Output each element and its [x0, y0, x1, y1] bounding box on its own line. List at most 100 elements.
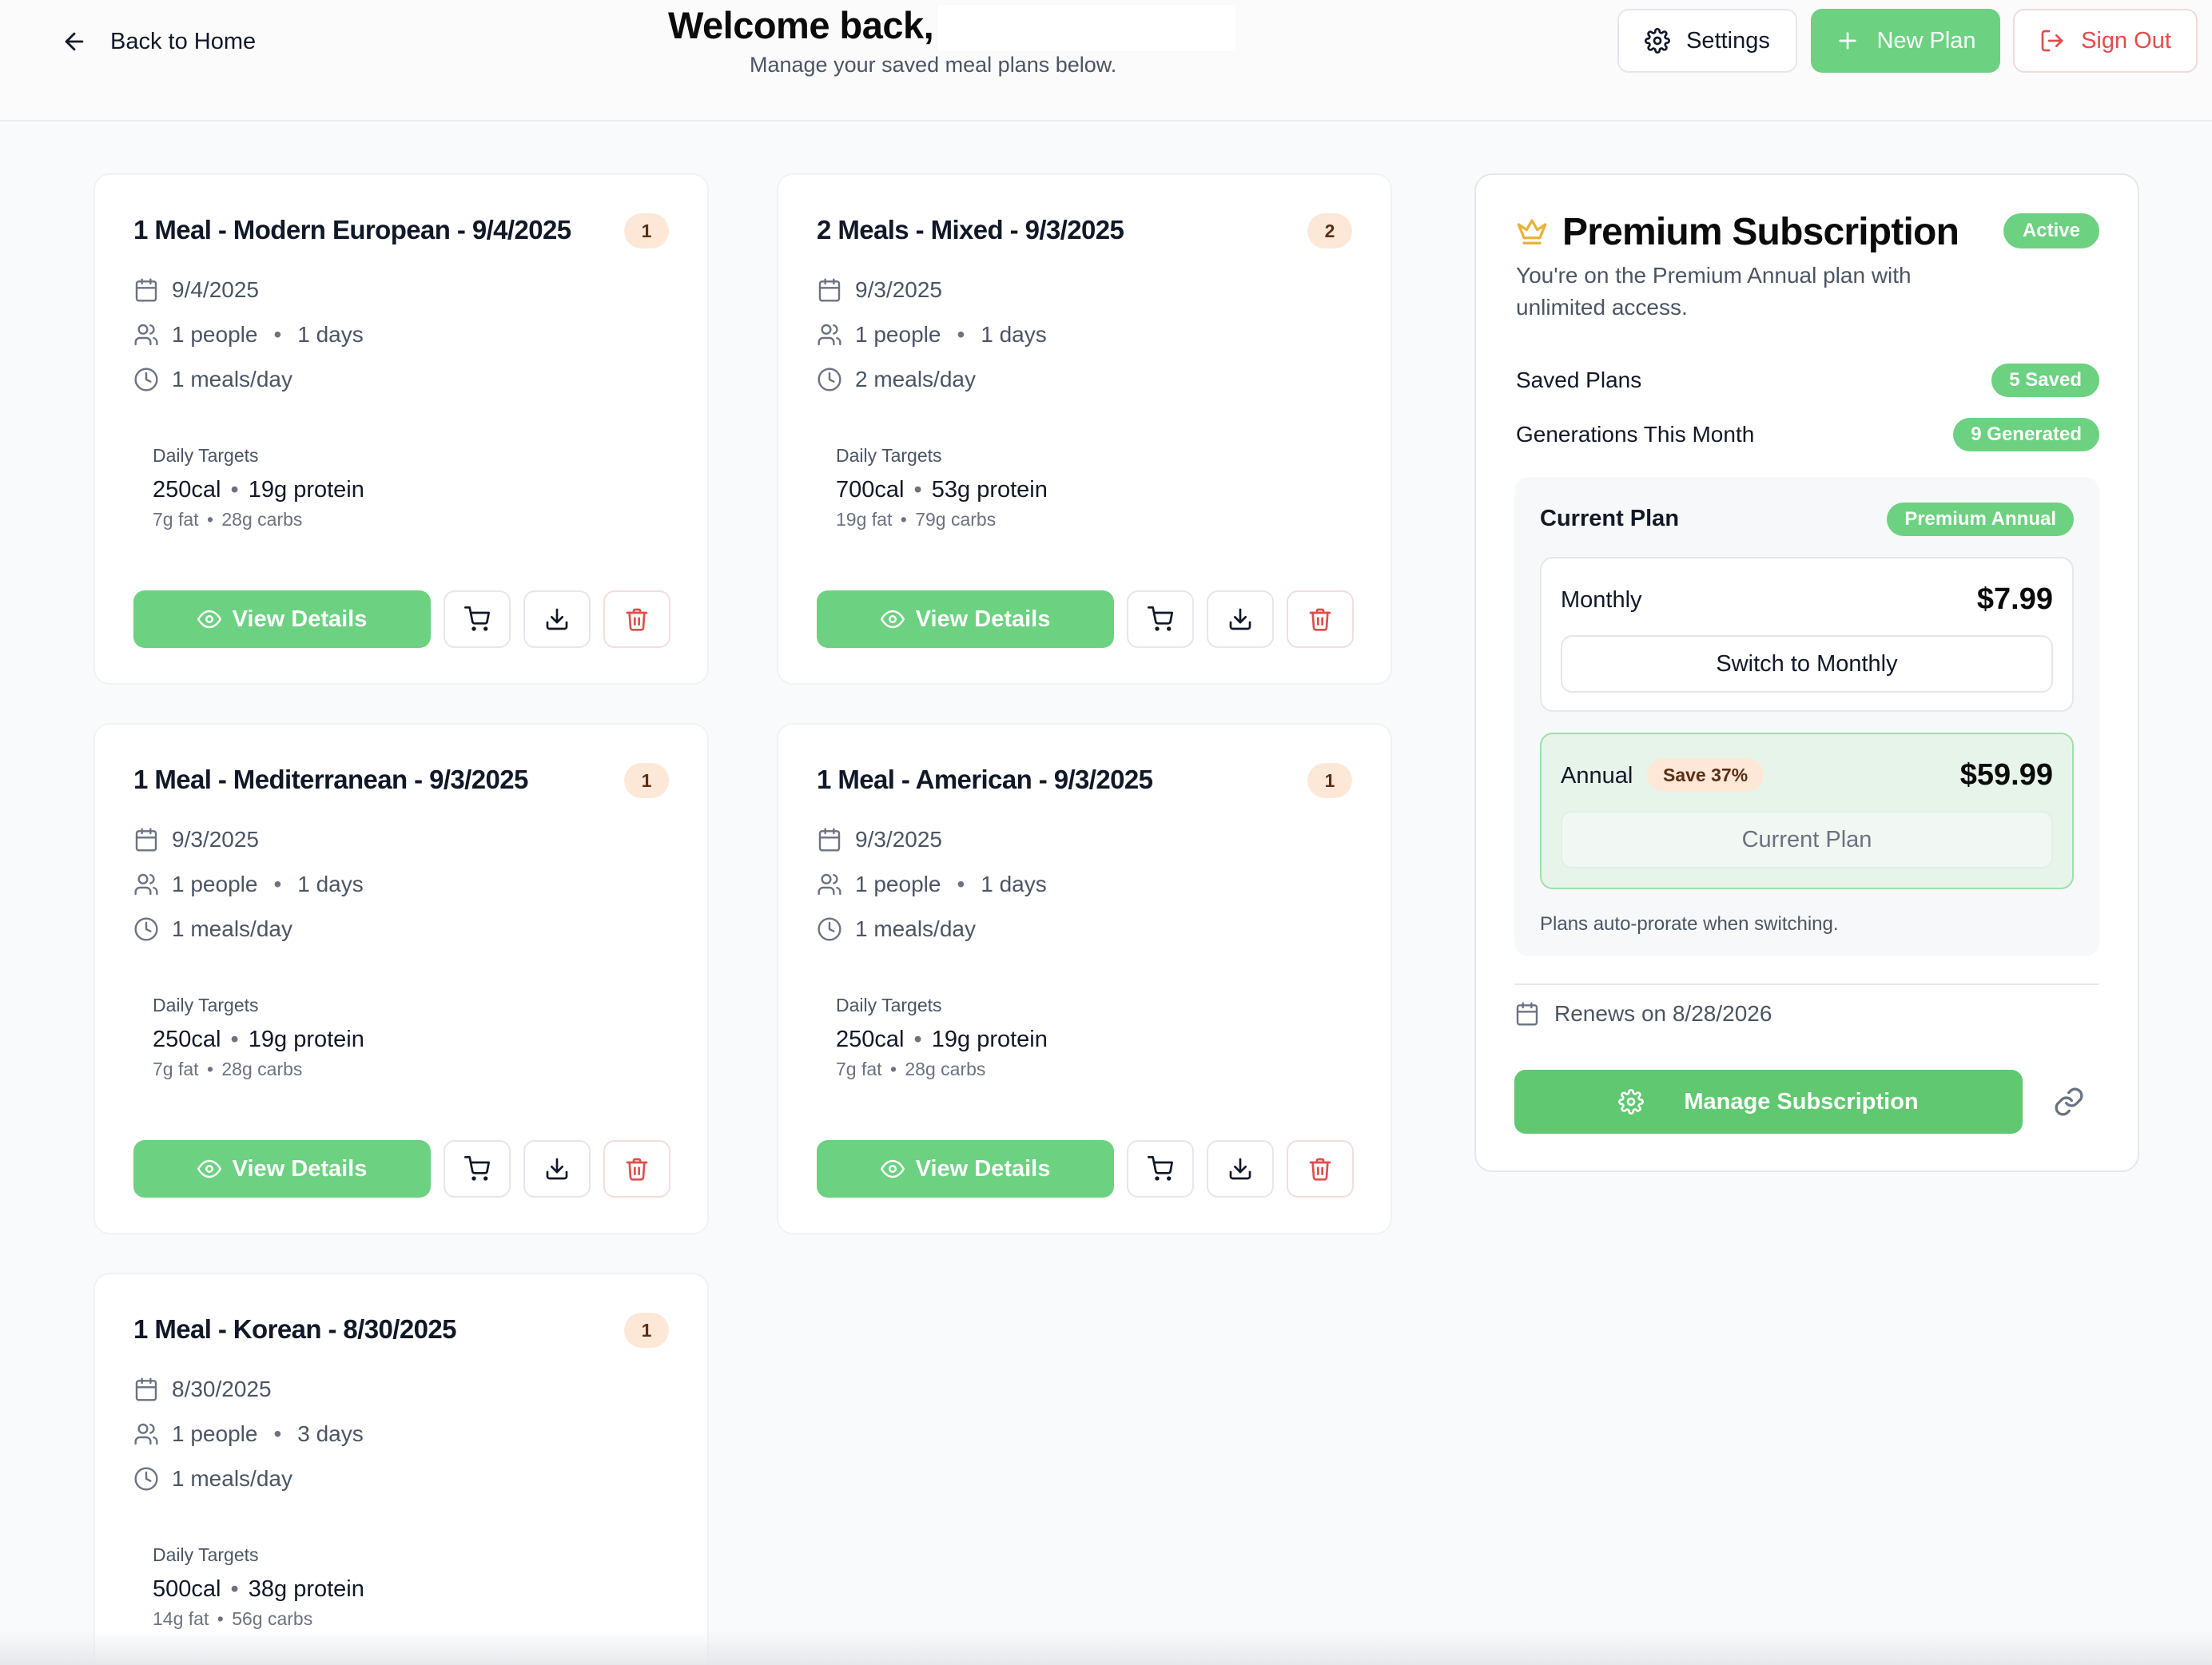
plan-meals-row: 1 meals/day [133, 916, 292, 942]
target-fat: 7g fat [153, 1059, 199, 1079]
target-carbs: 28g carbs [221, 1059, 303, 1079]
view-details-button[interactable]: View Details [817, 1140, 1114, 1198]
target-fat: 19g fat [836, 509, 893, 530]
download-icon [546, 608, 568, 630]
users-icon [818, 873, 841, 896]
view-details-label: View Details [915, 1155, 1051, 1182]
target-calories: 250cal [153, 477, 221, 503]
view-details-button[interactable]: View Details [817, 590, 1114, 648]
plan-people: 1 people [172, 322, 258, 347]
shopping-cart-icon [1148, 1156, 1173, 1181]
users-icon [134, 873, 158, 896]
clock-icon [134, 917, 158, 941]
view-details-button[interactable]: View Details [133, 1140, 431, 1198]
current-plan-box: Current Plan Premium Annual Monthly $7.9… [1514, 477, 2099, 956]
target-protein: 19g protein [248, 1027, 364, 1052]
daily-targets-sub: 7g fat • 28g carbs [153, 1059, 302, 1080]
calendar-icon [135, 828, 157, 852]
plan-date-row: 9/3/2025 [133, 827, 259, 852]
renewal-row: Renews on 8/28/2026 [1514, 1001, 1772, 1027]
eye-icon [197, 610, 221, 629]
meal-count-badge: 1 [1307, 763, 1352, 798]
plan-meals: 1 meals/day [172, 367, 292, 391]
view-details-label: View Details [232, 1155, 368, 1182]
meal-count-badge: 2 [1307, 213, 1352, 248]
delete-button[interactable] [1287, 1140, 1354, 1198]
meal-count-badge: 1 [624, 763, 669, 798]
plan-date-row: 9/4/2025 [133, 277, 259, 303]
trash-icon [626, 608, 648, 631]
target-protein: 53g protein [931, 477, 1048, 503]
plan-people: 1 people [855, 322, 941, 347]
shopping-cart-button[interactable] [1127, 1140, 1194, 1198]
download-button[interactable] [1207, 1140, 1274, 1198]
top-header: Back to Home Welcome back, Manage your s… [0, 0, 2212, 121]
generations-row: Generations This Month 9 Generated [1516, 418, 2099, 451]
plan-people-row: 1 people • 1 days [817, 872, 1047, 897]
separator: • [273, 1421, 282, 1446]
delete-button[interactable] [603, 1140, 670, 1198]
target-carbs: 56g carbs [232, 1608, 313, 1629]
sign-out-button[interactable]: Sign Out [2013, 9, 2198, 73]
calendar-icon [818, 278, 841, 302]
plan-meals: 1 meals/day [855, 916, 976, 941]
link-icon[interactable] [2053, 1086, 2085, 1118]
users-icon [134, 324, 158, 346]
plan-days: 1 days [981, 322, 1047, 347]
shopping-cart-button[interactable] [1127, 590, 1194, 648]
monthly-plan-option: Monthly $7.99 Switch to Monthly [1540, 557, 2074, 712]
download-button[interactable] [523, 590, 591, 648]
separator: • [273, 872, 282, 896]
download-button[interactable] [1207, 590, 1274, 648]
view-details-button[interactable]: View Details [133, 590, 431, 648]
new-plan-label: New Plan [1876, 27, 1976, 54]
log-out-icon [2041, 30, 2063, 52]
daily-targets-sub: 7g fat • 28g carbs [153, 509, 302, 530]
separator: • [230, 477, 239, 503]
plan-days: 1 days [297, 872, 364, 896]
meal-count-badge: 1 [624, 1313, 669, 1348]
download-button[interactable] [523, 1140, 591, 1198]
daily-targets-sub: 7g fat • 28g carbs [836, 1059, 985, 1080]
target-calories: 500cal [153, 1576, 221, 1602]
eye-icon [880, 1159, 905, 1178]
plan-card: 1 Meal - Modern European - 9/4/2025 1 9/… [93, 173, 709, 685]
plan-date: 9/3/2025 [855, 827, 942, 852]
current-plan-label: Current Plan [1540, 506, 1680, 531]
plan-title: 1 Meal - Korean - 8/30/2025 [133, 1314, 456, 1344]
manage-subscription-button[interactable]: Manage Subscription [1514, 1070, 2023, 1134]
delete-button[interactable] [603, 590, 670, 648]
plan-meals: 1 meals/day [172, 1466, 292, 1491]
eye-icon [197, 1159, 221, 1178]
plan-people: 1 people [855, 872, 941, 896]
scroll-fade [0, 1630, 2212, 1665]
monthly-plan-price: $7.99 [1976, 582, 2053, 616]
gear-icon [1645, 28, 1671, 54]
daily-targets-main: 700cal • 53g protein [836, 477, 1048, 503]
target-protein: 19g protein [931, 1027, 1048, 1052]
daily-targets-sub: 14g fat • 56g carbs [153, 1608, 312, 1630]
target-calories: 700cal [836, 477, 905, 503]
shopping-cart-button[interactable] [444, 590, 511, 648]
plan-meals-row: 1 meals/day [133, 367, 292, 392]
plan-days: 1 days [981, 872, 1047, 896]
daily-targets-main: 500cal • 38g protein [153, 1576, 364, 1603]
generations-label: Generations This Month [1516, 422, 1755, 447]
calendar-icon [1516, 1002, 1538, 1026]
download-icon [546, 1158, 568, 1180]
shopping-cart-icon [1148, 606, 1173, 631]
target-carbs: 28g carbs [905, 1059, 986, 1079]
page-subtitle: Manage your saved meal plans below. [750, 53, 1117, 77]
renewal-date: Renews on 8/28/2026 [1554, 1001, 1772, 1026]
separator: • [230, 1027, 239, 1052]
view-details-label: View Details [232, 606, 368, 632]
new-plan-button[interactable]: New Plan [1811, 9, 2000, 73]
switch-to-monthly-button[interactable]: Switch to Monthly [1561, 635, 2053, 693]
plan-meals-row: 1 meals/day [817, 916, 976, 942]
daily-targets-label: Daily Targets [836, 995, 942, 1015]
delete-button[interactable] [1287, 590, 1354, 648]
target-calories: 250cal [153, 1027, 221, 1052]
shopping-cart-button[interactable] [444, 1140, 511, 1198]
settings-button[interactable]: Settings [1617, 9, 1797, 73]
back-to-home-link[interactable]: Back to Home [61, 22, 256, 61]
